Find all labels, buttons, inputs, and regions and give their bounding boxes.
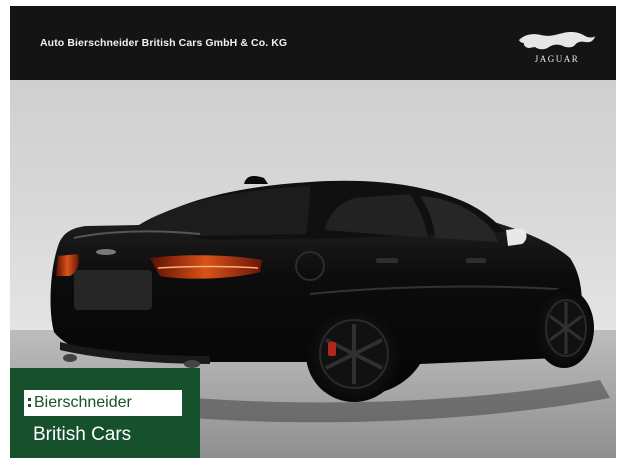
badge-line2: British Cars bbox=[33, 424, 132, 445]
license-plate-area bbox=[74, 270, 152, 310]
badge-name-box: Bierschneider bbox=[24, 390, 182, 416]
dealer-name: Auto Bierschneider British Cars GmbH & C… bbox=[40, 37, 288, 49]
jaguar-wordmark: JAGUAR bbox=[535, 54, 580, 64]
jaguar-logo: JAGUAR bbox=[519, 32, 595, 64]
rear-brake-caliper bbox=[328, 342, 336, 356]
exhaust-right bbox=[184, 360, 200, 368]
badge-line1: Bierschneider bbox=[34, 394, 132, 411]
dealer-header: Auto Bierschneider British Cars GmbH & C… bbox=[10, 6, 616, 80]
trunk-emblem bbox=[96, 249, 116, 255]
badge-colon-icon bbox=[28, 397, 32, 409]
exhaust-left bbox=[63, 354, 77, 362]
front-door-handle bbox=[466, 258, 486, 263]
jaguar-leaper-icon bbox=[519, 32, 595, 50]
listing-photo-frame: Auto Bierschneider British Cars GmbH & C… bbox=[10, 6, 616, 458]
dealer-badge: Bierschneider British Cars bbox=[10, 368, 200, 458]
rear-door-handle bbox=[376, 258, 398, 263]
